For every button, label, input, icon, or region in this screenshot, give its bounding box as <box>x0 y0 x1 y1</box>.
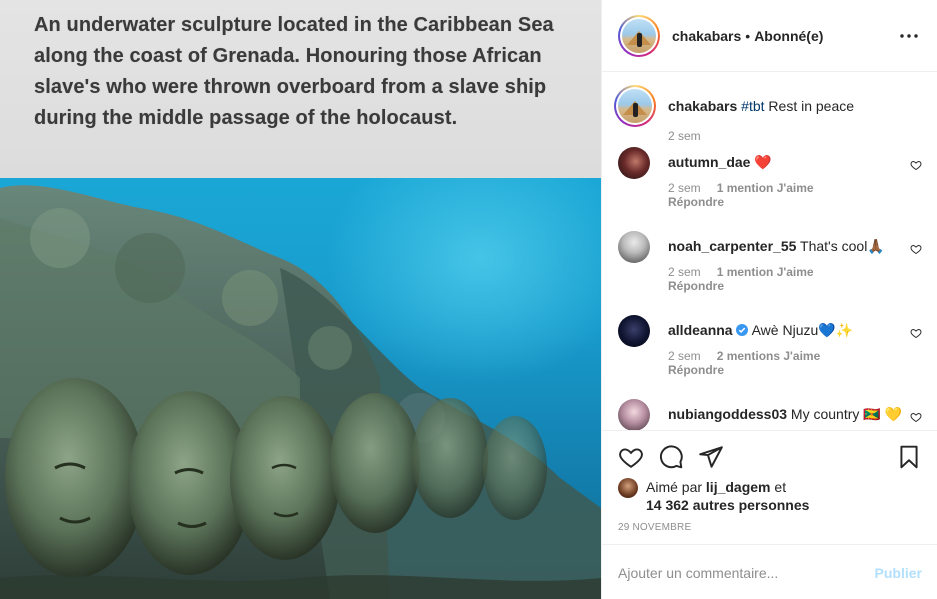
comment-time[interactable]: 2 sem <box>668 265 701 279</box>
caption-hashtag[interactable]: #tbt <box>741 98 764 114</box>
image-caption-text: An underwater sculpture located in the C… <box>34 14 554 129</box>
post-side-panel: chakabars • Abonné(e) chakabars #tbt Res… <box>601 0 937 599</box>
reply-button[interactable]: Répondre <box>668 363 724 377</box>
follow-status-button[interactable]: Abonné(e) <box>754 28 823 44</box>
comment-username[interactable]: alldeanna <box>668 322 733 338</box>
comment-text: That's cool🙏🏾 <box>796 238 885 254</box>
comment-avatar[interactable] <box>618 315 650 347</box>
comment-text: ❤️ <box>750 154 772 170</box>
comment-meta: 2 sem 1 mention J'aime <box>668 265 814 279</box>
action-bar <box>602 432 937 472</box>
heart-icon[interactable] <box>910 327 922 339</box>
reply-button[interactable]: Répondre <box>668 279 724 293</box>
comment-username[interactable]: autumn_dae <box>668 154 750 170</box>
comment-username[interactable]: noah_carpenter_55 <box>668 238 796 254</box>
avatar-image <box>622 18 656 53</box>
avatar-inner-ring <box>620 16 658 55</box>
likes-prefix: Aimé par <box>646 479 706 495</box>
comment-item: nubiangoddess03 My country 🇬🇩 💛 <box>618 399 922 430</box>
comment-text: Awè Njuzu💙✨ <box>748 322 854 338</box>
person-shape <box>637 32 642 47</box>
likes-line: Aimé par lij_dagem et <box>646 478 786 496</box>
post-image[interactable]: An underwater sculpture located in the C… <box>0 0 601 599</box>
more-horizontal-icon <box>900 34 918 38</box>
caption-username[interactable]: chakabars <box>668 98 737 114</box>
liker-username[interactable]: lij_dagem <box>706 479 771 495</box>
caption-body: chakabars #tbt Rest in peace <box>668 97 908 115</box>
caption-text: Rest in peace <box>764 98 855 114</box>
post-date[interactable]: 29 NOVEMBRE <box>618 522 691 533</box>
heart-icon[interactable] <box>910 243 922 255</box>
comment-body: nubiangoddess03 My country 🇬🇩 💛 <box>668 405 908 423</box>
like-heart-icon[interactable] <box>618 444 644 470</box>
caption-time[interactable]: 2 sem <box>668 129 701 143</box>
verified-badge-icon <box>736 324 749 336</box>
comment-item: alldeanna Awè Njuzu💙✨ 2 sem 2 mentions J… <box>618 315 922 385</box>
share-paper-plane-icon[interactable] <box>698 444 724 470</box>
liker-avatar[interactable] <box>618 478 638 498</box>
header-separator: • <box>745 27 751 44</box>
post-header: chakabars • Abonné(e) <box>602 0 937 72</box>
comment-time[interactable]: 2 sem <box>668 349 701 363</box>
comment-body: noah_carpenter_55 That's cool🙏🏾 <box>668 237 908 255</box>
comment-likes[interactable]: 2 mentions J'aime <box>717 349 821 363</box>
comment-username[interactable]: nubiangoddess03 <box>668 406 787 422</box>
comment-item: noah_carpenter_55 That's cool🙏🏾 2 sem 1 … <box>618 231 922 301</box>
sculpture-illustration <box>0 185 601 599</box>
comment-likes[interactable]: 1 mention J'aime <box>717 181 814 195</box>
person-shape <box>633 103 638 117</box>
heart-icon[interactable] <box>910 159 922 171</box>
publish-button[interactable]: Publier <box>875 565 922 581</box>
author-avatar[interactable] <box>618 14 660 57</box>
avatar-inner-ring <box>616 87 654 125</box>
comments-list[interactable]: chakabars #tbt Rest in peace 2 sem autum… <box>602 73 937 431</box>
comment-likes[interactable]: 1 mention J'aime <box>717 265 814 279</box>
likes-others[interactable]: 14 362 autres personnes <box>646 496 809 514</box>
comment-item: autumn_dae ❤️ 2 sem 1 mention J'aime Rép… <box>618 147 922 217</box>
comment-meta: 2 sem 1 mention J'aime <box>668 181 814 195</box>
comment-body: autumn_dae ❤️ <box>668 153 908 171</box>
comment-body: alldeanna Awè Njuzu💙✨ <box>668 321 908 339</box>
comment-avatar[interactable] <box>618 147 650 179</box>
comment-avatar[interactable] <box>618 231 650 263</box>
likes-suffix: et <box>770 479 787 495</box>
comment-avatar[interactable] <box>618 399 650 430</box>
caption-author-avatar[interactable] <box>614 85 656 127</box>
heart-icon[interactable] <box>910 411 922 423</box>
add-comment-section: Publier <box>602 544 937 599</box>
comment-time[interactable]: 2 sem <box>668 181 701 195</box>
caption-meta: 2 sem <box>668 129 701 143</box>
comment-input[interactable] <box>618 561 858 585</box>
comment-text: My country 🇬🇩 💛 <box>787 406 903 422</box>
more-options-button[interactable] <box>897 24 921 48</box>
reply-button[interactable]: Répondre <box>668 195 724 209</box>
bookmark-icon[interactable] <box>896 444 922 470</box>
avatar-image <box>618 89 652 123</box>
post-caption: chakabars #tbt Rest in peace 2 sem <box>614 85 922 149</box>
comment-meta: 2 sem 2 mentions J'aime <box>668 349 820 363</box>
instagram-post: An underwater sculpture located in the C… <box>0 0 937 599</box>
author-username[interactable]: chakabars <box>672 28 741 44</box>
comment-bubble-icon[interactable] <box>658 444 684 470</box>
image-caption-area: An underwater sculpture located in the C… <box>0 0 601 180</box>
